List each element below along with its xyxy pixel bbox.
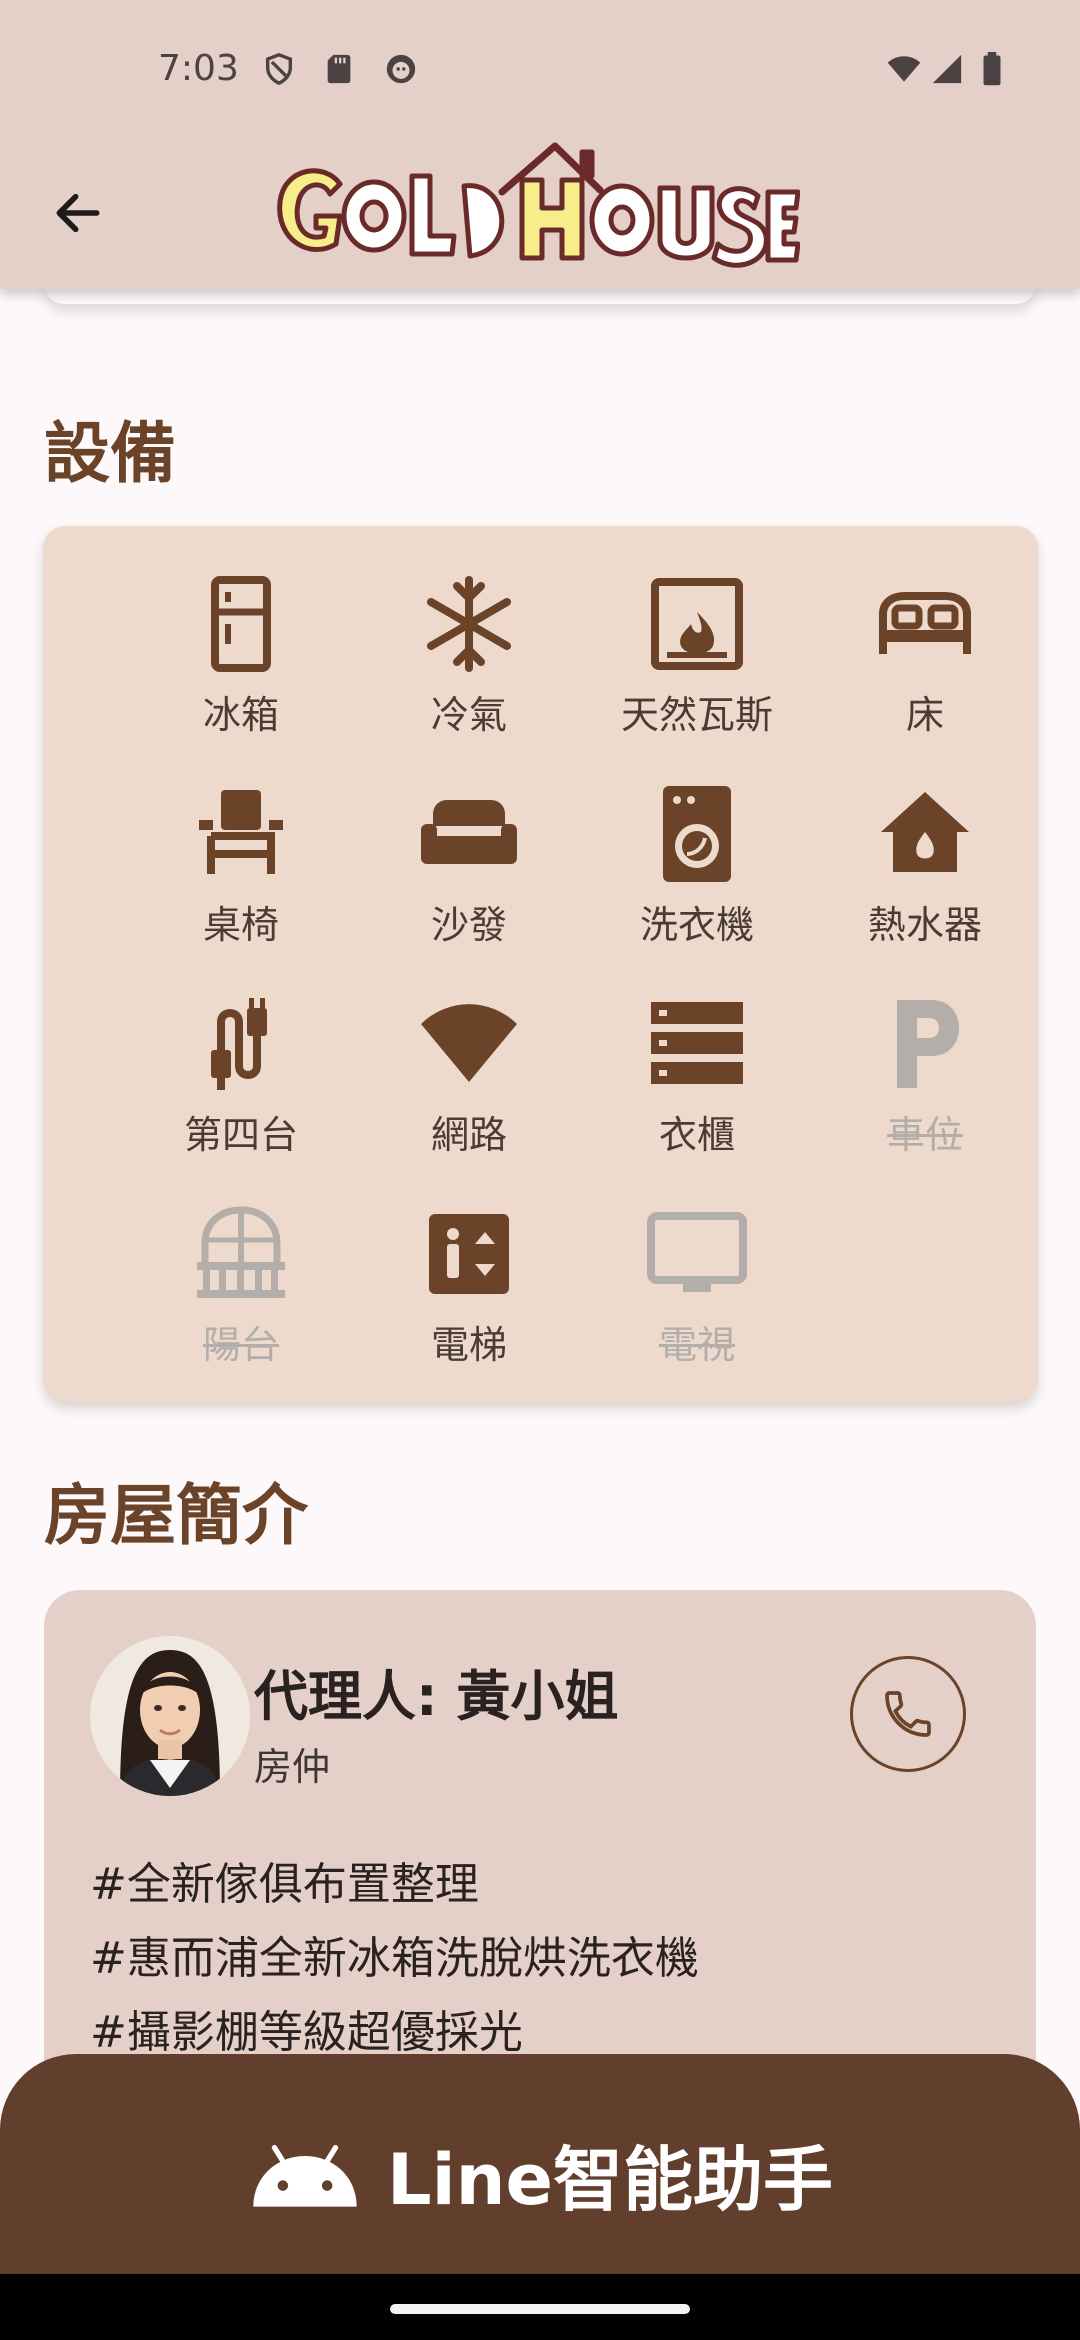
status-time: 7:03 [158, 48, 239, 89]
sofa-icon [421, 800, 517, 864]
status-bar: 7:03 [0, 0, 1080, 140]
amenity-sofa: 沙發 [355, 784, 583, 974]
line-assistant-button[interactable]: Line智能助手 [0, 2054, 1080, 2274]
app-header: 7:03 [0, 0, 1080, 289]
amenities-card: 冰箱 冷氣 天然瓦斯 床 桌椅 沙發 洗衣機 熱水器 第四台 網路 衣櫃 車位 … [43, 526, 1038, 1402]
amenity-elevator: 電梯 [355, 1204, 583, 1394]
face-icon [386, 54, 416, 84]
amenity-cable: 第四台 [127, 994, 355, 1184]
amenity-washer: 洗衣機 [583, 784, 811, 974]
tv-icon [647, 1212, 747, 1292]
chair-icon [199, 790, 283, 874]
agent-role: 房仲 [254, 1745, 331, 1789]
amenity-desk-chair: 桌椅 [127, 784, 355, 974]
amenity-gas: 天然瓦斯 [583, 574, 811, 764]
agent-name: 代理人: 黃小姐 [254, 1665, 619, 1728]
amenity-fridge: 冰箱 [127, 574, 355, 764]
amenity-label: 桌椅 [202, 903, 279, 947]
amenity-label: 網路 [430, 1113, 507, 1157]
wardrobe-icon [651, 1002, 743, 1084]
amenity-label: 床 [905, 693, 944, 737]
amenity-tv: 電視 [583, 1204, 811, 1394]
assistant-label: Line智能助手 [387, 2139, 833, 2221]
gas-fireplace-icon [651, 578, 743, 670]
snowflake-icon [427, 576, 511, 672]
wifi-icon [421, 1004, 517, 1082]
bed-icon [879, 592, 971, 654]
amenity-label: 衣櫃 [658, 1113, 735, 1157]
intro-tag: #全新傢俱布置整理 [90, 1859, 479, 1910]
parking-icon [897, 1000, 959, 1088]
amenity-label: 冷氣 [430, 693, 507, 737]
intro-tag: #攝影棚等級超優採光 [90, 2007, 523, 2058]
washing-machine-icon [663, 786, 731, 882]
amenity-aircon: 冷氣 [355, 574, 583, 764]
shield-icon [265, 53, 293, 86]
water-heater-icon [881, 792, 969, 872]
amenity-label: 車位 [886, 1113, 963, 1157]
gold-house-logo [277, 142, 800, 268]
amenity-label: 沙發 [430, 903, 507, 947]
call-agent-button[interactable] [850, 1656, 966, 1772]
phone-icon [885, 1691, 931, 1737]
amenity-balcony: 陽台 [127, 1204, 355, 1394]
fridge-icon [211, 576, 271, 672]
agent-photo [90, 1636, 250, 1796]
amenity-label: 熱水器 [867, 903, 982, 947]
amenity-label: 冰箱 [202, 693, 279, 737]
back-arrow-icon[interactable] [50, 185, 106, 241]
amenity-water-heater: 熱水器 [811, 784, 1039, 974]
sd-card-icon [327, 54, 351, 84]
elevator-icon [429, 1214, 509, 1294]
wifi-status-icon [887, 56, 921, 82]
cable-icon [211, 998, 267, 1090]
avatar [90, 1636, 250, 1796]
amenity-label: 電視 [658, 1323, 735, 1367]
signal-icon [932, 54, 962, 84]
amenity-label: 第四台 [183, 1113, 298, 1157]
amenity-label: 天然瓦斯 [620, 693, 773, 737]
amenity-internet: 網路 [355, 994, 583, 1184]
battery-icon [983, 52, 1001, 86]
intro-title: 房屋簡介 [44, 1477, 308, 1554]
balcony-icon [197, 1206, 285, 1298]
amenity-label: 洗衣機 [639, 903, 754, 947]
amenity-wardrobe: 衣櫃 [583, 994, 811, 1184]
intro-tag: #惠而浦全新冰箱洗脫烘洗衣機 [90, 1933, 699, 1984]
amenity-label: 電梯 [430, 1323, 507, 1367]
amenity-label: 陽台 [202, 1323, 279, 1367]
android-icon [253, 2144, 357, 2207]
home-gesture-handle[interactable] [390, 2304, 690, 2314]
amenity-bed: 床 [811, 574, 1039, 764]
amenity-parking: 車位 [811, 994, 1039, 1184]
amenities-title: 設備 [44, 415, 176, 492]
